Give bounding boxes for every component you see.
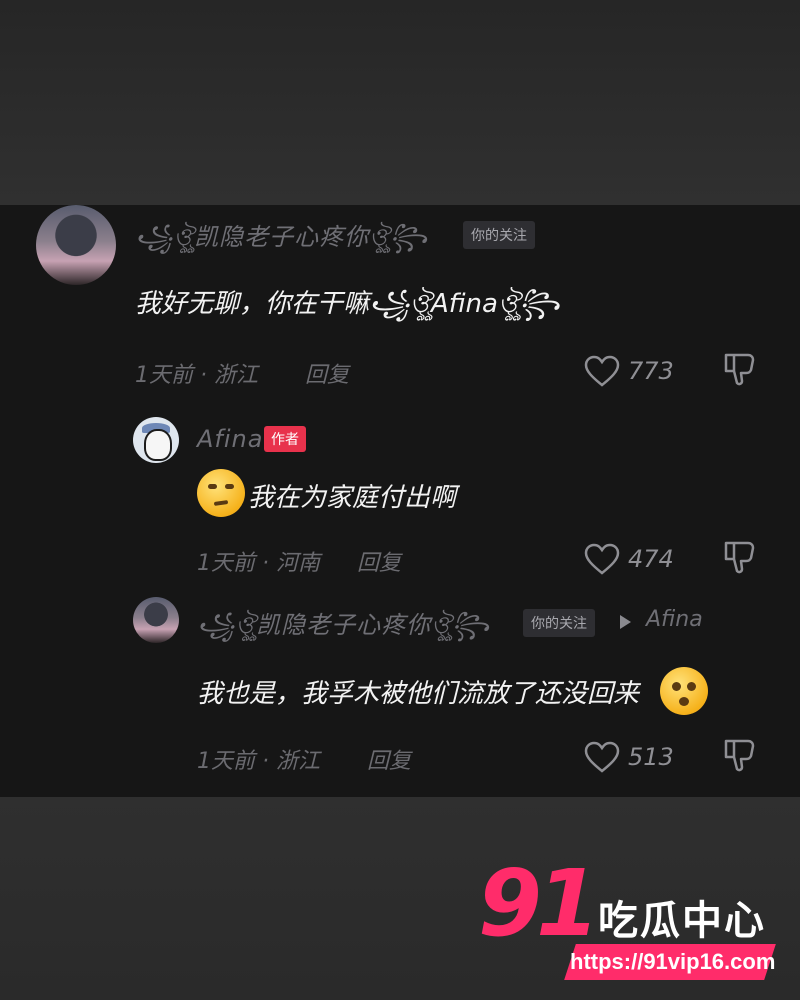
pleading-emoji-icon [660,667,708,715]
comment-location: 河南 [276,551,321,576]
comment-time: 1天前 [197,749,255,774]
comment-text: 我在为家庭付出啊 [248,483,457,513]
like-count: 773 [628,357,674,385]
meta-separator: · [262,551,276,576]
meta-separator: · [262,749,276,774]
follow-badge: 你的关注 [463,221,535,249]
author-badge: 作者 [264,426,306,452]
comment-location: 浙江 [214,363,259,388]
heart-icon[interactable] [584,741,620,773]
watermark-url: https://91vip16.com [570,949,776,974]
reply-arrow-icon [620,615,631,629]
reply-to-username[interactable]: Afina [646,607,703,632]
comment-text: 我好无聊，你在干嘛꧁ঔৣAfinaঔৣ꧂ [135,289,560,319]
comment-meta: 1天前 · 河南 [197,545,320,577]
username[interactable]: Afina [197,425,263,453]
username[interactable]: ꧁ঔৣ凯隐老子心疼你ঔৣ꧂ [197,605,490,655]
watermark-title: 吃瓜中心 [598,898,766,944]
comment-time: 1天前 [197,551,255,576]
comment-text: 我也是，我孚木被他们流放了还没回来 [197,679,640,709]
comment-meta: 1天前 · 浙江 [135,357,258,389]
username[interactable]: ꧁ঔৣ凯隐老子心疼你ঔৣ꧂ [135,217,428,267]
watermark-url-banner: https://91vip16.com [564,944,776,980]
reply-button[interactable]: 回复 [357,545,401,577]
comment-meta: 1天前 · 浙江 [197,743,320,775]
top-letterbox [0,0,800,205]
avatar[interactable] [133,417,179,463]
penguin-body [144,429,172,461]
comment-location: 浙江 [276,749,321,774]
avatar[interactable] [36,205,116,285]
eye-roll-emoji-icon [197,469,245,517]
follow-badge: 你的关注 [523,609,595,637]
thumbs-down-icon[interactable] [722,539,756,575]
thumbs-down-icon[interactable] [722,351,756,387]
comment-time: 1天前 [135,363,193,388]
comment-panel: ꧁ঔৣ凯隐老子心疼你ঔৣ꧂ 你的关注 我好无聊，你在干嘛꧁ঔৣAfinaঔৣ꧂ … [0,205,800,797]
like-count: 513 [628,743,674,771]
watermark-number: 91 [478,850,600,957]
avatar[interactable] [133,597,179,643]
meta-separator: · [200,363,214,388]
heart-icon[interactable] [584,543,620,575]
heart-icon[interactable] [584,355,620,387]
reply-button[interactable]: 回复 [367,743,411,775]
like-count: 474 [628,545,674,573]
reply-button[interactable]: 回复 [305,357,349,389]
thumbs-down-icon[interactable] [722,737,756,773]
